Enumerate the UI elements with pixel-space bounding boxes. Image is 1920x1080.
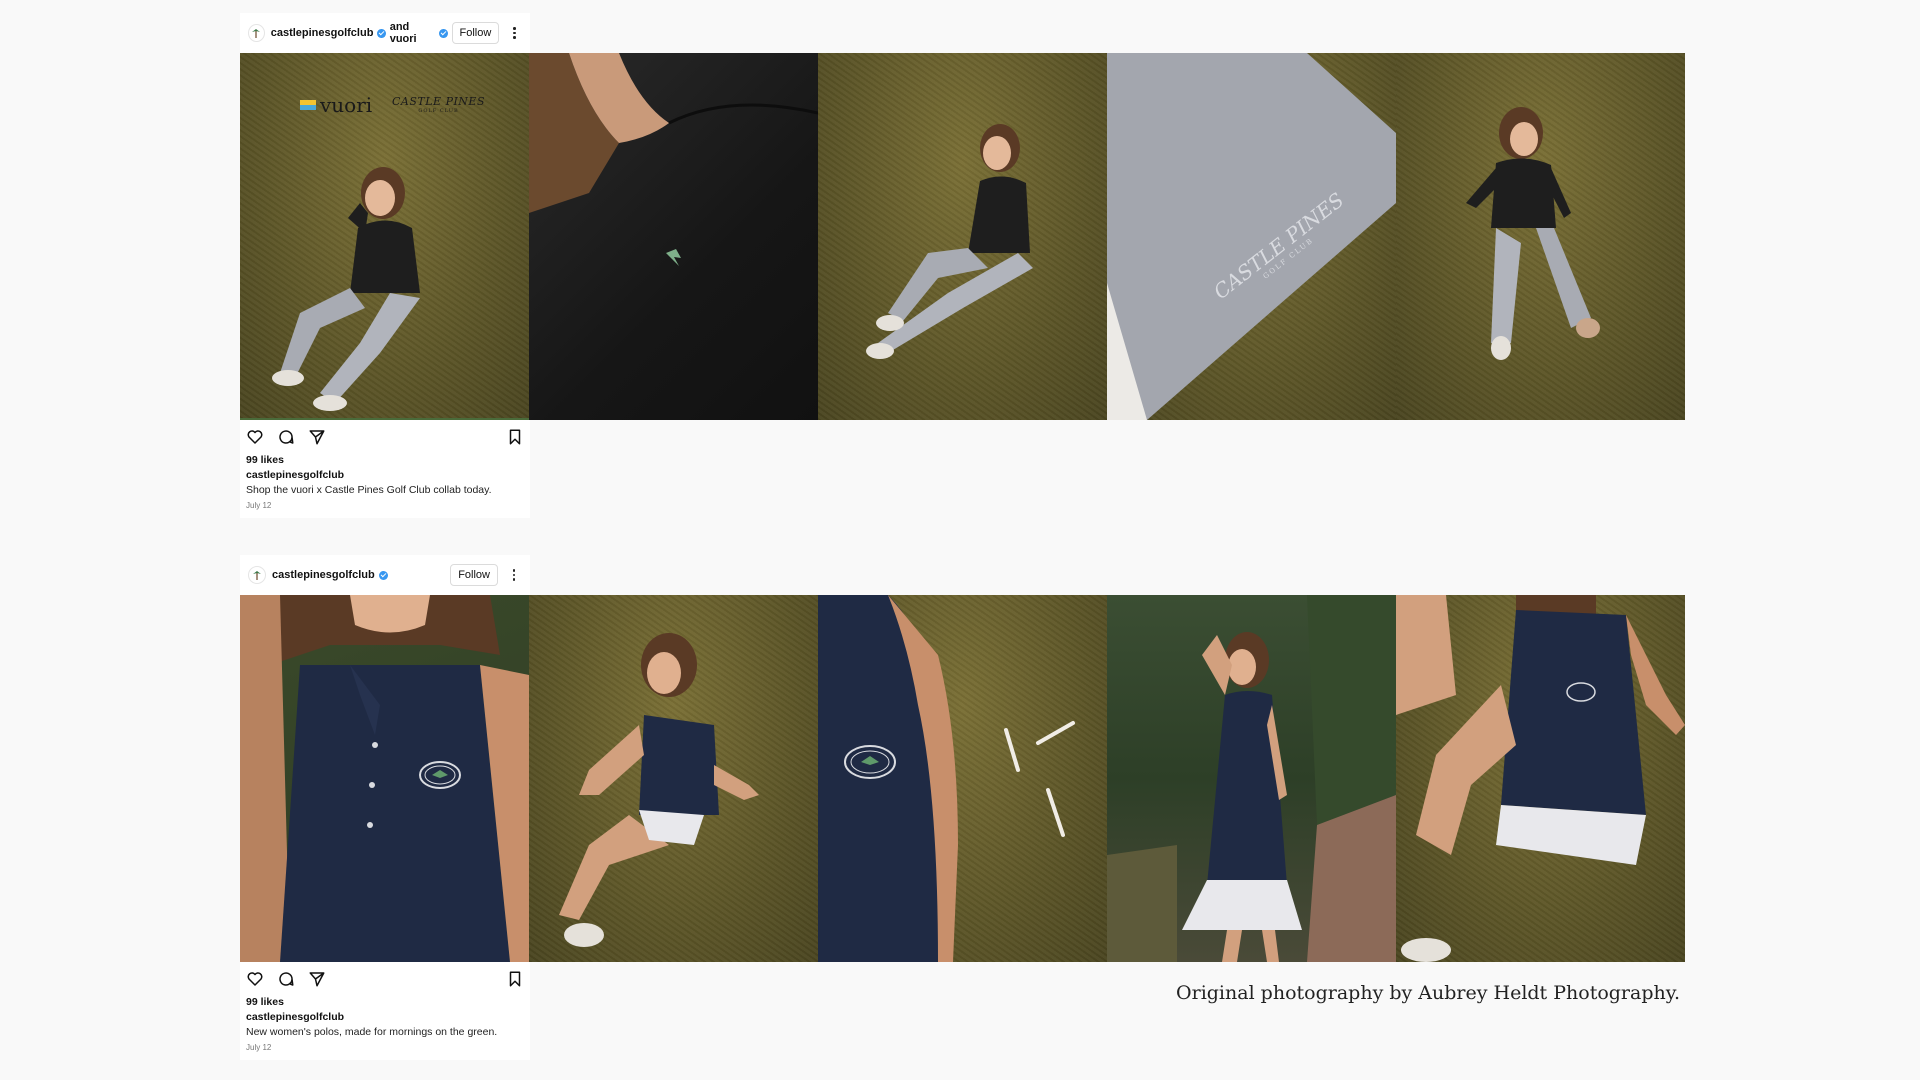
post-footer-2: 99 likes castlepinesgolfclub New women's… xyxy=(240,962,530,1060)
verified-icon xyxy=(439,28,448,38)
photo-carousel-2[interactable] xyxy=(240,595,1685,962)
avatar[interactable] xyxy=(248,24,265,42)
carousel-photo xyxy=(529,53,818,420)
post-actions xyxy=(246,426,524,448)
model-sitting-photo xyxy=(1466,107,1600,360)
carousel-photo xyxy=(818,53,1107,420)
author-username[interactable]: castlepinesgolfclub xyxy=(272,569,375,581)
model-sitting-photo xyxy=(272,167,420,411)
carousel-photo xyxy=(818,595,1107,962)
share-icon[interactable] xyxy=(308,428,326,446)
post-footer-1: 99 likes castlepinesgolfclub Shop the vu… xyxy=(240,420,530,518)
club-logo-icon xyxy=(252,29,261,38)
carousel-photo: vuori CASTLE PINES GOLF CLUB xyxy=(240,53,529,420)
pants-logo-closeup xyxy=(1107,53,1396,420)
navy-polo-closeup xyxy=(240,595,529,962)
carousel-photo xyxy=(1396,53,1685,420)
verified-icon xyxy=(378,570,388,580)
bookmark-icon[interactable] xyxy=(506,970,524,988)
follow-button[interactable]: Follow xyxy=(451,22,500,44)
post-caption: Shop the vuori x Castle Pines Golf Club … xyxy=(246,484,492,496)
like-count[interactable]: 99 likes xyxy=(246,996,524,1008)
carousel-photo xyxy=(1107,595,1396,962)
post-header: castlepinesgolfclub Follow xyxy=(240,555,530,595)
model-sitting-photo xyxy=(866,124,1033,359)
carousel-photo xyxy=(529,595,818,962)
polo-and-tees-photo xyxy=(818,595,1075,962)
comment-icon[interactable] xyxy=(277,428,295,446)
caption-username[interactable]: castlepinesgolfclub xyxy=(246,1011,524,1023)
post-date: July 12 xyxy=(246,1043,272,1052)
carousel-photo: CASTLE PINES GOLF CLUB xyxy=(1107,53,1396,420)
club-logo-icon xyxy=(253,571,261,580)
heart-icon[interactable] xyxy=(246,428,264,446)
bookmark-icon[interactable] xyxy=(506,428,524,446)
post-date: July 12 xyxy=(246,501,272,510)
carousel-photo xyxy=(1396,595,1685,962)
post-card-2: castlepinesgolfclub Follow xyxy=(240,555,530,595)
avatar[interactable] xyxy=(248,566,266,584)
share-icon[interactable] xyxy=(308,970,326,988)
post-header: castlepinesgolfclub and vuori Follow xyxy=(240,13,530,53)
comment-icon[interactable] xyxy=(277,970,295,988)
post-caption: New women's polos, made for mornings on … xyxy=(246,1026,498,1038)
follow-button[interactable]: Follow xyxy=(450,564,498,586)
more-icon[interactable] xyxy=(507,23,522,43)
carousel-photo xyxy=(240,595,529,962)
model-sitting-photo xyxy=(559,633,759,947)
like-count[interactable]: 99 likes xyxy=(246,454,524,466)
author-username[interactable]: castlepinesgolfclub xyxy=(271,27,374,39)
more-icon[interactable] xyxy=(506,565,522,585)
post-card-1: castlepinesgolfclub and vuori Follow xyxy=(240,13,530,53)
photo-credit: Original photography by Aubrey Heldt Pho… xyxy=(1176,982,1680,1004)
collab-text[interactable]: and vuori xyxy=(390,21,436,45)
heart-icon[interactable] xyxy=(246,970,264,988)
post-actions xyxy=(246,968,524,990)
caption-username[interactable]: castlepinesgolfclub xyxy=(246,469,524,481)
black-top-closeup xyxy=(529,53,818,266)
verified-icon xyxy=(377,28,386,38)
model-standing-photo xyxy=(1107,595,1396,962)
photo-carousel-1[interactable]: vuori CASTLE PINES GOLF CLUB CASTLE PINE… xyxy=(240,53,1685,420)
model-sitting-photo xyxy=(1396,595,1685,962)
